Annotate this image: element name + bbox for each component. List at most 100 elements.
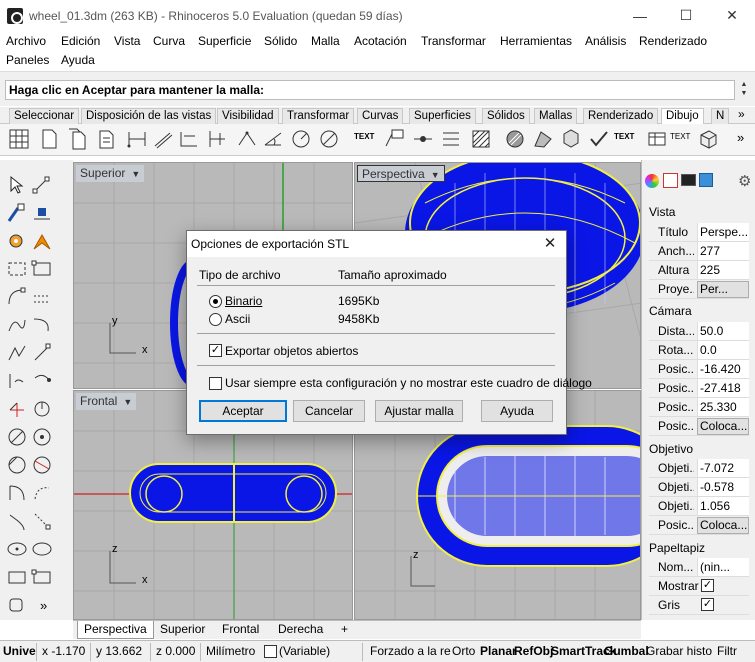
blend-icon[interactable] <box>31 370 53 392</box>
rectangle-tool-icon[interactable] <box>6 566 28 588</box>
offset-icon[interactable] <box>6 370 28 392</box>
grid-layout-icon[interactable] <box>8 128 30 150</box>
check-mark-icon[interactable] <box>588 128 610 150</box>
ellipse2-icon[interactable] <box>31 538 53 560</box>
tab-transformar[interactable]: Transformar <box>282 108 355 124</box>
tab-seleccionar[interactable]: Seleccionar <box>9 108 80 124</box>
leader-icon[interactable] <box>384 128 406 150</box>
tab-superficies[interactable]: Superficies <box>409 108 476 124</box>
help-button[interactable]: Ayuda <box>481 400 553 422</box>
always-use-label[interactable]: Usar siempre esta configuración y no mos… <box>225 376 592 390</box>
tab-n[interactable]: N <box>711 108 730 124</box>
command-scrollbar[interactable]: ▲ ▼ <box>737 80 751 100</box>
display-icon[interactable] <box>681 174 696 186</box>
tab-superior[interactable]: Superior <box>154 621 211 639</box>
freeform-icon[interactable] <box>31 314 53 336</box>
box-3d-icon[interactable] <box>697 128 719 150</box>
prop-value[interactable]: 25.330 <box>697 398 749 416</box>
text-split-icon[interactable]: TEXT <box>670 132 692 154</box>
tabs-overflow-icon[interactable]: » <box>738 107 745 121</box>
dim-angle-icon[interactable] <box>236 128 258 150</box>
viewport-front-title[interactable]: Frontal ▼ <box>76 393 137 411</box>
export-open-label[interactable]: Exportar objetos abiertos <box>225 344 358 358</box>
select-arrow-icon[interactable] <box>6 174 28 196</box>
pages-icon[interactable] <box>66 128 88 150</box>
explode-icon[interactable] <box>6 398 28 420</box>
prop-value[interactable]: -16.420 <box>697 360 749 378</box>
dim-spacing-icon[interactable] <box>440 128 462 150</box>
show-wallpaper-checkbox[interactable]: ✓ <box>701 579 714 592</box>
prop-value[interactable]: 1.056 <box>697 497 749 515</box>
arc-icon[interactable] <box>6 286 28 308</box>
add-viewport-icon[interactable]: + <box>335 621 354 639</box>
place-camera-button[interactable]: Coloca... <box>697 418 749 435</box>
status-history[interactable]: Grabar histo <box>646 644 712 658</box>
palette-more-icon[interactable]: » <box>40 598 47 613</box>
option-binario-label[interactable]: Binario <box>225 294 262 308</box>
tab-solidos[interactable]: Sólidos <box>482 108 530 124</box>
tab-dibujo[interactable]: Dibujo <box>661 108 704 125</box>
circle-icon[interactable] <box>6 426 28 448</box>
menu-renderizado[interactable]: Renderizado <box>639 34 707 48</box>
menu-archivo[interactable]: Archivo <box>6 34 46 48</box>
curve-points-icon[interactable] <box>31 286 53 308</box>
status-planar[interactable]: Planar <box>480 644 517 658</box>
table-icon[interactable] <box>646 128 668 150</box>
circle-center-icon[interactable] <box>31 426 53 448</box>
polyline-icon[interactable] <box>31 202 53 224</box>
radio-binario[interactable] <box>209 295 222 308</box>
viewport-top-title[interactable]: Superior ▼ <box>76 165 145 182</box>
tab-disposicion[interactable]: Disposición de las vistas <box>81 108 217 124</box>
hatch-circle-icon[interactable] <box>504 128 526 150</box>
menu-ayuda[interactable]: Ayuda <box>61 53 95 67</box>
block-icon[interactable] <box>560 128 582 150</box>
command-prompt[interactable]: Haga clic en Aceptar para mantener la ma… <box>5 80 735 100</box>
close-window-button[interactable]: ✕ <box>709 0 755 31</box>
arc-tool-icon[interactable] <box>6 482 28 504</box>
dim-dot-icon[interactable] <box>412 128 434 150</box>
line-icon[interactable] <box>6 202 28 224</box>
prop-value[interactable]: -27.418 <box>697 379 749 397</box>
toolbar-overflow-icon[interactable]: » <box>737 130 744 145</box>
menu-paneles[interactable]: Paneles <box>6 53 49 67</box>
curve-ends-icon[interactable] <box>31 342 53 364</box>
chevron-down-icon[interactable]: ▼ <box>123 394 132 411</box>
status-grid-snap[interactable]: Forzado a la re <box>370 644 451 658</box>
menu-curva[interactable]: Curva <box>153 34 185 48</box>
status-filter[interactable]: Filtr <box>717 644 737 658</box>
curve-icon[interactable] <box>6 314 28 336</box>
tab-curvas[interactable]: Curvas <box>357 108 404 124</box>
tab-frontal[interactable]: Frontal <box>216 621 265 639</box>
menu-malla[interactable]: Malla <box>311 34 340 48</box>
ok-button[interactable]: Aceptar <box>199 400 287 422</box>
menu-analisis[interactable]: Análisis <box>585 34 626 48</box>
tab-visibilidad[interactable]: Visibilidad <box>217 108 279 124</box>
status-refobj[interactable]: RefObj <box>514 644 553 658</box>
tab-derecha[interactable]: Derecha <box>272 621 329 639</box>
adjust-mesh-button[interactable]: Ajustar malla <box>375 400 463 422</box>
place-target-button[interactable]: Coloca... <box>697 517 749 534</box>
projection-dropdown[interactable]: Per... <box>697 281 749 298</box>
dim-angle2-icon[interactable] <box>262 128 284 150</box>
status-units[interactable]: Unive <box>3 644 36 658</box>
rotate-icon[interactable] <box>31 398 53 420</box>
polyline-tool-icon[interactable] <box>6 342 28 364</box>
prop-value[interactable]: 225 <box>697 261 749 279</box>
prop-value[interactable]: -0.578 <box>697 478 749 496</box>
dim-rotated-icon[interactable] <box>178 128 200 150</box>
wallpaper-name[interactable]: (nin... <box>697 558 749 576</box>
menu-vista[interactable]: Vista <box>114 34 140 48</box>
prop-value[interactable]: 277 <box>697 242 749 260</box>
cancel-button[interactable]: Cancelar <box>293 400 365 422</box>
orange-arrow-icon[interactable] <box>31 230 53 252</box>
hatch-icon[interactable] <box>470 128 492 150</box>
menu-edicion[interactable]: Edición <box>61 34 100 48</box>
chevron-down-icon[interactable]: ▼ <box>431 167 440 184</box>
color-wheel-icon[interactable] <box>645 174 659 188</box>
polygon-icon[interactable] <box>6 594 28 616</box>
curve-control-icon[interactable] <box>31 510 53 532</box>
ellipse-arc-icon[interactable] <box>6 510 28 532</box>
dim-linear-icon[interactable] <box>126 128 148 150</box>
gear-tools-icon[interactable] <box>6 230 28 252</box>
layer-color-swatch[interactable] <box>264 645 277 658</box>
